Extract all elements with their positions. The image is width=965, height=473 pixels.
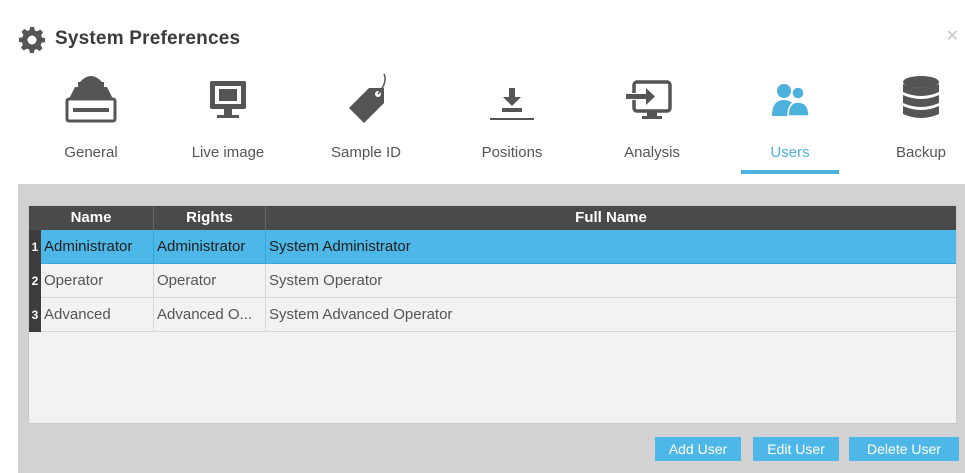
table-row[interactable]: 2 Operator Operator System Operator: [29, 264, 956, 298]
active-tab-indicator: [741, 170, 839, 174]
close-icon[interactable]: ✕: [946, 29, 959, 45]
row-number: 3: [29, 298, 41, 332]
users-panel: Name Rights Full Name 1 Administrator Ad…: [18, 184, 965, 473]
tab-general[interactable]: General: [52, 62, 130, 184]
gear-icon: [19, 27, 45, 53]
cell-full-name: System Operator: [269, 272, 383, 289]
tab-label: Backup: [895, 144, 947, 161]
table-empty-area: [29, 332, 956, 423]
tab-backup[interactable]: Backup: [876, 62, 965, 184]
analysis-export-icon: [622, 80, 672, 119]
users-icon: [772, 84, 810, 117]
cell-full-name: System Administrator: [269, 238, 411, 255]
table-row[interactable]: 1 Administrator Administrator System Adm…: [29, 230, 956, 264]
edit-user-button[interactable]: Edit User: [753, 437, 839, 461]
tab-users[interactable]: Users: [735, 62, 845, 184]
column-header-rights[interactable]: Rights: [154, 206, 266, 230]
column-header-name[interactable]: Name: [29, 206, 154, 230]
tab-label: Positions: [481, 144, 543, 161]
cell-name: Operator: [41, 264, 154, 298]
window-title: System Preferences: [55, 28, 241, 49]
cell-rights: Advanced O...: [154, 298, 266, 332]
tag-icon: [349, 73, 386, 123]
add-user-button[interactable]: Add User: [655, 437, 741, 461]
cell-full-name: System Advanced Operator: [269, 306, 453, 323]
database-icon: [903, 76, 939, 118]
tab-live-image[interactable]: Live image: [180, 62, 276, 184]
tab-label: Sample ID: [330, 144, 402, 161]
row-number: 1: [29, 230, 41, 264]
users-table: Name Rights Full Name 1 Administrator Ad…: [28, 205, 957, 424]
general-machine-icon: [65, 76, 117, 123]
download-tray-icon: [490, 88, 534, 120]
cell-name: Administrator: [41, 230, 154, 264]
delete-user-button[interactable]: Delete User: [849, 437, 959, 461]
tab-label: General: [64, 144, 118, 161]
tab-label: Analysis: [624, 144, 680, 161]
tab-positions[interactable]: Positions: [464, 62, 560, 184]
preferences-tab-bar: General Live image Sample ID Positions A…: [0, 62, 965, 184]
tab-label: Users: [770, 144, 810, 161]
title-bar: System Preferences ✕: [0, 0, 965, 70]
table-header: Name Rights Full Name: [29, 206, 956, 230]
cell-rights: Administrator: [154, 230, 266, 264]
tab-sample-id[interactable]: Sample ID: [318, 62, 414, 184]
cell-name: Advanced: [41, 298, 154, 332]
monitor-icon: [210, 81, 246, 118]
tab-analysis[interactable]: Analysis: [604, 62, 700, 184]
row-number: 2: [29, 264, 41, 298]
tab-label: Live image: [191, 144, 265, 161]
column-header-full-name[interactable]: Full Name: [266, 206, 956, 230]
table-row[interactable]: 3 Advanced Advanced O... System Advanced…: [29, 298, 956, 332]
cell-rights: Operator: [154, 264, 266, 298]
